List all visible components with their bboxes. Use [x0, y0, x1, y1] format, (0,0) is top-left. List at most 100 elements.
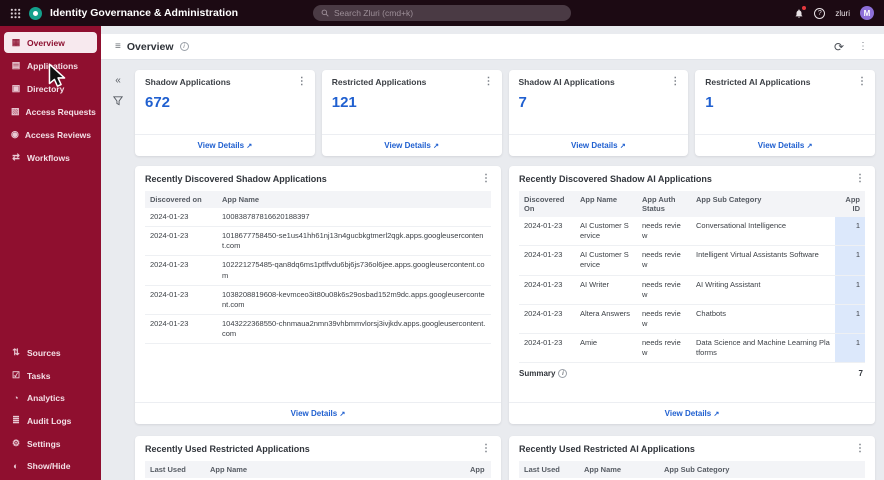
refresh-icon[interactable]: ⟳ [834, 41, 844, 53]
sidebar-item-directory[interactable]: ▣ Directory [4, 78, 97, 99]
discovered-on-cell: 2024-01-23 [519, 304, 575, 335]
filter-funnel-icon[interactable] [113, 96, 123, 106]
view-details-link[interactable]: View Details ↗ [509, 402, 875, 424]
view-details-label: View Details [571, 141, 618, 150]
page-info-icon[interactable]: i [179, 42, 189, 51]
discovered-on-cell: 2024-01-23 [145, 255, 217, 286]
table-row[interactable]: 2024-01-23 Altera Answers needs review C… [519, 304, 865, 335]
card-kebab-menu-icon[interactable]: ⋮ [855, 77, 869, 87]
sidebar-item-overview[interactable]: ▦ Overview [4, 32, 97, 53]
column-header[interactable]: Discovered On [519, 191, 575, 217]
app-id-cell: 1 [835, 245, 865, 276]
collapse-panel-icon[interactable]: ≡ [115, 41, 121, 52]
table-row[interactable]: 2024-01-23 AI Customer Service needs rev… [519, 245, 865, 276]
summary-row: Summary i 7 [509, 363, 875, 379]
app-grid-icon[interactable] [10, 8, 21, 19]
app-name-cell: Amie [575, 333, 637, 364]
sidebar-item-label: Settings [27, 438, 61, 449]
column-header[interactable]: Discovered on [145, 191, 217, 208]
sidebar-item-workflows[interactable]: ⇄ Workflows [4, 147, 97, 168]
search-icon [321, 9, 329, 17]
sidebar-item-analytics[interactable]: ◔ Analytics [4, 388, 97, 408]
column-header[interactable]: App Name [210, 465, 470, 474]
table-row[interactable]: 2024-01-23 AI Customer Service needs rev… [519, 217, 865, 247]
table-row[interactable]: 2024-01-23 AI Writer needs review AI Wri… [519, 275, 865, 305]
sidebar-item-settings[interactable]: ⚙ Settings [4, 433, 97, 454]
app-id-cell: 1 [835, 217, 865, 247]
view-details-link[interactable]: View Details ↗ [135, 402, 501, 424]
card-kebab-menu-icon[interactable]: ⋮ [479, 444, 493, 454]
app-name-cell: 1018677758450-se1us41hh61nj13n4gucbkgtme… [217, 226, 491, 257]
shadow-applications-table-card: Recently Discovered Shadow Applications … [135, 166, 501, 424]
view-details-label: View Details [197, 141, 245, 150]
column-header[interactable]: App Name [217, 191, 491, 208]
column-header[interactable]: App Name [575, 191, 637, 217]
summary-info-icon[interactable]: i [558, 369, 568, 379]
sidebar-item-access-reviews[interactable]: ◉ Access Reviews [4, 124, 97, 145]
left-rail: « [110, 76, 126, 106]
auth-status-cell: needs review [637, 217, 691, 247]
column-header[interactable]: App Auth Status [637, 191, 691, 217]
column-header[interactable]: Last Used [150, 465, 210, 474]
sidebar-item-applications[interactable]: ▤ Applications [4, 55, 97, 76]
table-row[interactable]: 2024-01-23 1043222368550-chnmaua2nmn39vh… [145, 314, 491, 345]
collapse-rail-icon[interactable]: « [115, 76, 121, 86]
sidebar-item-label: Audit Logs [27, 415, 72, 426]
card-kebab-menu-icon[interactable]: ⋮ [295, 77, 309, 87]
view-details-label: View Details [290, 409, 338, 418]
card-kebab-menu-icon[interactable]: ⋮ [668, 77, 682, 87]
column-header[interactable]: App ID [835, 191, 865, 217]
table-row[interactable]: 2024-01-23 1018677758450-se1us41hh61nj13… [145, 226, 491, 257]
view-details-link[interactable]: View Details ↗ [508, 134, 689, 156]
sub-category-cell: Conversational Intelligence [691, 217, 835, 247]
bottom-tables-row: Recently Used Restricted Applications ⋮ … [135, 436, 875, 480]
column-header[interactable]: App Name [584, 465, 664, 474]
notifications-bell-icon[interactable] [794, 5, 807, 19]
discovered-on-cell: 2024-01-23 [145, 285, 217, 315]
analytics-icon: ◔ [13, 393, 19, 403]
summary-value: 7 [858, 369, 863, 379]
view-details-link[interactable]: View Details ↗ [321, 134, 502, 156]
card-kebab-menu-icon[interactable]: ⋮ [479, 174, 493, 184]
user-avatar[interactable]: M [860, 6, 874, 20]
sidebar-item-access-requests[interactable]: ▧ Access Requests [4, 101, 97, 122]
column-header[interactable]: App Sub Category [691, 191, 835, 217]
table-header-row: Last Used App Name App [145, 461, 491, 478]
app-id-cell: 1 [835, 304, 865, 335]
help-icon[interactable]: ? [814, 7, 826, 19]
table-row[interactable]: 2024-01-23 102221275485-qan8dq6ms1ptffvd… [145, 255, 491, 286]
column-header[interactable]: App Sub Category [664, 465, 860, 474]
table-row[interactable]: 2024-01-23 100838787816620188397 [145, 208, 491, 228]
sidebar-item-show-hide[interactable]: ◐ Show/Hide [4, 456, 97, 476]
card-kebab-menu-icon[interactable]: ⋮ [482, 77, 496, 87]
page-header: ≡ Overview i ⟳ ⋮ [101, 34, 884, 60]
stat-card-shadow-ai-applications: Shadow AI Applications ⋮ 7 View Details … [508, 70, 689, 156]
applications-icon: ▤ [11, 60, 21, 70]
column-header[interactable]: Last Used [524, 465, 584, 474]
access-requests-icon: ▧ [11, 106, 20, 116]
sidebar-item-sources[interactable]: ⇅ Sources [4, 342, 97, 363]
search-input[interactable] [334, 8, 563, 18]
card-title: Recently Discovered Shadow AI Applicatio… [519, 174, 712, 184]
card-kebab-menu-icon[interactable]: ⋮ [853, 174, 867, 184]
view-details-link[interactable]: View Details ↗ [695, 134, 875, 156]
stat-title: Restricted AI Applications [705, 77, 811, 87]
card-title: Recently Used Restricted Applications [145, 444, 310, 454]
view-details-link[interactable]: View Details ↗ [135, 134, 315, 156]
page-kebab-menu-icon[interactable]: ⋮ [856, 41, 870, 52]
card-title: Recently Used Restricted AI Applications [519, 444, 695, 454]
table-row[interactable]: 2024-01-23 1038208819608-kevmceo3it80u08… [145, 285, 491, 315]
global-search[interactable] [313, 5, 571, 21]
app-title: Identity Governance & Administration [50, 7, 239, 19]
sidebar: ▦ Overview ▤ Applications ▣ Directory ▧ … [0, 26, 101, 480]
sidebar-item-label: Workflows [27, 152, 70, 163]
sidebar-item-tasks[interactable]: ☑ Tasks [4, 365, 97, 386]
card-kebab-menu-icon[interactable]: ⋮ [853, 444, 867, 454]
column-header[interactable]: App [470, 465, 486, 474]
app-name-cell: AI Writer [575, 275, 637, 305]
stat-card-restricted-ai-applications: Restricted AI Applications ⋮ 1 View Deta… [695, 70, 875, 156]
view-details-label: View Details [757, 141, 805, 150]
sidebar-item-audit-logs[interactable]: ≣ Audit Logs [4, 410, 97, 431]
shadow-ai-applications-table: Discovered On App Name App Auth Status A… [519, 191, 865, 364]
table-row[interactable]: 2024-01-23 Amie needs review Data Scienc… [519, 333, 865, 364]
